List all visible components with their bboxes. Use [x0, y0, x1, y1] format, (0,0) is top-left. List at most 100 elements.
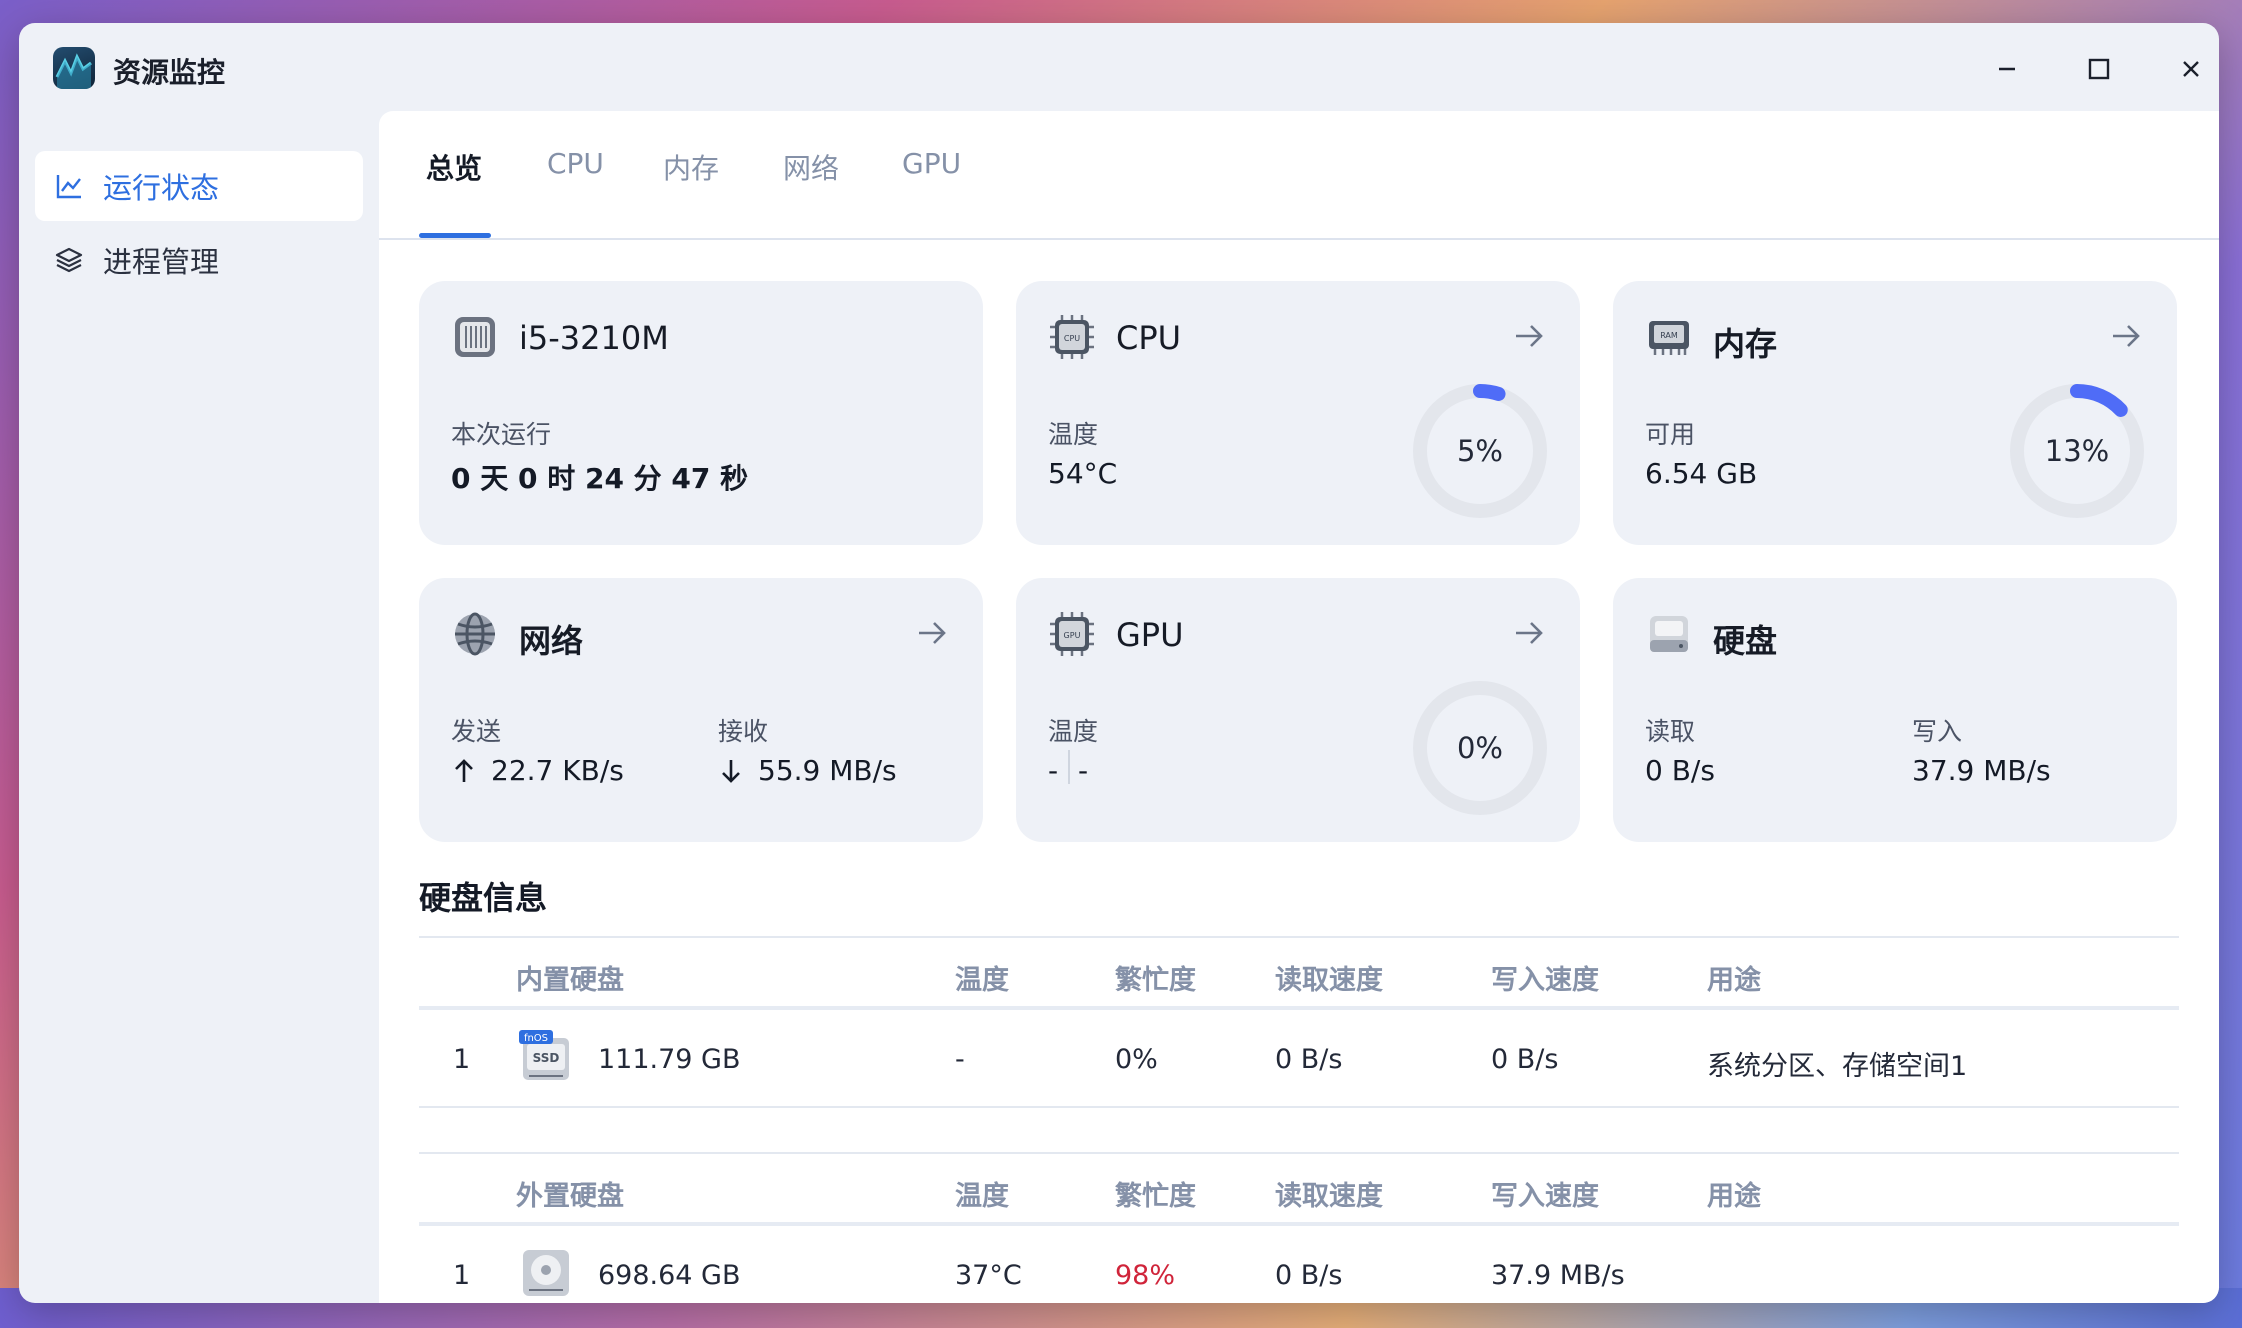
gpu-card: GPU GPU 温度 - - 0% — [1016, 578, 1580, 842]
disk-card: 硬盘 读取 0 B/s 写入 37.9 MB/s — [1613, 578, 2177, 842]
disk-usage: 系统分区、存储空间1 — [1707, 1051, 1968, 1082]
col-external-disk: 外置硬盘 — [516, 1181, 624, 1212]
disk-write-label: 写入 — [1912, 717, 1963, 746]
tab-overview[interactable]: 总览 — [426, 147, 482, 187]
disk-read: 0 B/s — [1275, 1044, 1343, 1075]
table-row[interactable]: 1 SSD fnOS 111.79 GB - 0% 0 B/s 0 B/s 系统… — [419, 1010, 2179, 1108]
memory-card-title: 内存 — [1713, 325, 1778, 363]
disk-busy: 0% — [1115, 1044, 1158, 1075]
ssd-label: SSD — [533, 1051, 560, 1065]
network-recv-value: 55.9 MB/s — [758, 754, 897, 787]
processor-icon — [455, 317, 495, 357]
gpu-temp-value: - — [1048, 754, 1059, 787]
memory-card: RAM 内存 可用 6.54 GB 13% — [1613, 281, 2177, 545]
cpu-card-title: CPU — [1116, 319, 1182, 357]
col-read-speed: 读取速度 — [1275, 965, 1383, 996]
hard-drive-icon — [1650, 616, 1688, 652]
external-disk-header: 外置硬盘 温度 繁忙度 读取速度 写入速度 用途 — [419, 1152, 2179, 1226]
sidebar-item-label: 运行状态 — [103, 171, 220, 205]
gpu-usage-text: 0% — [1456, 731, 1503, 765]
tab-gpu[interactable]: GPU — [902, 147, 961, 180]
cpu-temp-label: 温度 — [1048, 420, 1099, 449]
arrow-right-icon[interactable] — [915, 616, 949, 650]
col-internal-disk: 内置硬盘 — [516, 965, 624, 996]
memory-avail-label: 可用 — [1645, 420, 1696, 449]
cpu-temp-value: 54°C — [1048, 457, 1118, 490]
disk-read: 0 B/s — [1275, 1260, 1343, 1291]
sidebar-item-status[interactable]: 运行状态 — [35, 151, 363, 221]
arrow-right-icon[interactable] — [1512, 319, 1546, 353]
col-usage: 用途 — [1707, 1181, 1761, 1212]
cpu-model: i5-3210M — [519, 319, 669, 357]
uptime-value: 0 天 0 时 24 分 47 秒 — [451, 462, 749, 495]
cpu-chip-icon: CPU — [1050, 315, 1094, 359]
gpu-card-title: GPU — [1116, 616, 1184, 654]
tab-cpu[interactable]: CPU — [547, 147, 604, 180]
globe-icon — [455, 612, 495, 656]
app-title: 资源监控 — [113, 56, 226, 89]
svg-text:GPU: GPU — [1064, 631, 1081, 640]
gpu-temp-label: 温度 — [1048, 717, 1099, 746]
disk-size: 111.79 GB — [598, 1044, 741, 1075]
title-bar: 资源监控 — [19, 23, 2219, 111]
col-read-speed: 读取速度 — [1275, 1181, 1383, 1212]
arrow-right-icon[interactable] — [2109, 319, 2143, 353]
col-temp: 温度 — [955, 1181, 1009, 1212]
disk-busy: 98% — [1115, 1260, 1176, 1291]
minimize-icon — [1999, 67, 2015, 71]
disk-info-title: 硬盘信息 — [419, 879, 548, 917]
col-usage: 用途 — [1707, 965, 1761, 996]
disk-write-value: 37.9 MB/s — [1912, 754, 2051, 787]
arrow-right-icon[interactable] — [1512, 616, 1546, 650]
disk-card-title: 硬盘 — [1713, 622, 1778, 660]
col-write-speed: 写入速度 — [1491, 1181, 1599, 1212]
chart-line-icon — [53, 170, 85, 202]
app-logo-icon — [53, 47, 95, 89]
minimize-button[interactable] — [1987, 49, 2027, 89]
tab-network[interactable]: 网络 — [783, 147, 839, 187]
disk-temp: 37°C — [955, 1260, 1022, 1291]
cpu-card: CPU CPU 温度 54°C 5% — [1016, 281, 1580, 545]
disk-read-value: 0 B/s — [1645, 754, 1715, 787]
network-send-label: 发送 — [451, 717, 502, 746]
gpu-chip-icon: GPU — [1050, 612, 1094, 656]
maximize-button[interactable] — [2079, 49, 2119, 89]
disk-index: 1 — [453, 1044, 471, 1075]
arrow-up-icon — [455, 759, 473, 782]
layers-icon — [53, 244, 85, 276]
disk-read-label: 读取 — [1645, 717, 1696, 746]
network-recv-label: 接收 — [718, 717, 769, 746]
disk-temp: - — [955, 1044, 965, 1075]
network-card: 网络 发送 22.7 KB/s 接收 55.9 MB/s — [419, 578, 983, 842]
tab-memory[interactable]: 内存 — [663, 147, 719, 187]
fnos-badge: fnOS — [524, 1033, 548, 1044]
gpu-temp-value-2: - — [1078, 754, 1089, 787]
close-icon — [2183, 61, 2199, 77]
sidebar-item-process[interactable]: 进程管理 — [35, 225, 363, 295]
active-tab-indicator — [419, 233, 491, 238]
memory-avail-value: 6.54 GB — [1645, 457, 1758, 490]
app-window: 资源监控 运行状态 进程管理 总览 CPU 内存 网络 GPU i5-3210M… — [19, 23, 2219, 1303]
col-busy: 繁忙度 — [1115, 965, 1196, 996]
maximize-icon — [2088, 58, 2110, 80]
disk-write: 0 B/s — [1491, 1044, 1559, 1075]
ssd-icon: SSD fnOS — [519, 1030, 569, 1080]
network-card-title: 网络 — [519, 622, 584, 660]
close-button[interactable] — [2171, 49, 2211, 89]
ram-icon: RAM — [1649, 321, 1689, 355]
col-temp: 温度 — [955, 965, 1009, 996]
disk-index: 1 — [453, 1260, 471, 1291]
sidebar-item-label: 进程管理 — [103, 245, 220, 279]
tab-bar: 总览 CPU 内存 网络 GPU — [379, 111, 2219, 240]
disk-size: 698.64 GB — [598, 1260, 741, 1291]
system-card: i5-3210M 本次运行 0 天 0 时 24 分 47 秒 — [419, 281, 983, 545]
arrow-down-icon — [722, 760, 740, 783]
disk-write: 37.9 MB/s — [1491, 1260, 1625, 1291]
svg-text:RAM: RAM — [1660, 331, 1678, 340]
main-panel: 总览 CPU 内存 网络 GPU i5-3210M 本次运行 0 天 0 时 2… — [379, 111, 2219, 1303]
cpu-usage-text: 5% — [1456, 434, 1503, 468]
internal-disk-header: 内置硬盘 温度 繁忙度 读取速度 写入速度 用途 — [419, 936, 2179, 1010]
table-row[interactable]: 1 698.64 GB 37°C 98% 0 B/s 37.9 MB/s — [419, 1226, 2179, 1303]
sidebar: 运行状态 进程管理 — [19, 111, 379, 1303]
col-write-speed: 写入速度 — [1491, 965, 1599, 996]
